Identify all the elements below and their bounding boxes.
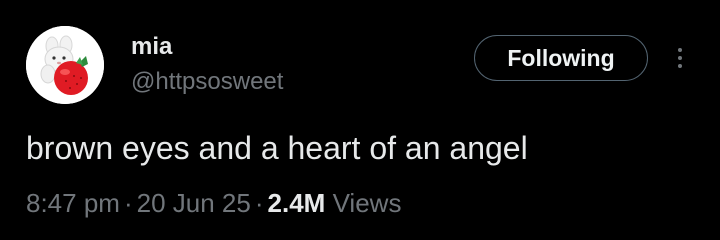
tweet-date[interactable]: 20 Jun 25 (137, 188, 251, 218)
plush-bunny-avatar-icon (26, 26, 104, 104)
more-options-icon[interactable] (668, 40, 692, 76)
following-button[interactable]: Following (474, 35, 648, 81)
more-dot (678, 56, 682, 60)
views-label: Views (332, 188, 402, 218)
author-display-name[interactable]: mia (131, 33, 172, 61)
tweet-text: brown eyes and a heart of an angel (26, 130, 528, 166)
tweet-card: mia @httpsosweet Following brown eyes an… (0, 0, 720, 240)
meta-separator: · (254, 188, 264, 218)
tweet-meta: 8:47 pm · 20 Jun 25 · 2.4M Views (26, 186, 401, 220)
more-dot (678, 48, 682, 52)
meta-separator: · (123, 188, 133, 218)
views-count: 2.4M (267, 188, 326, 218)
avatar[interactable] (26, 26, 104, 104)
author-handle[interactable]: @httpsosweet (131, 68, 283, 96)
more-dot (678, 64, 682, 68)
tweet-time[interactable]: 8:47 pm (26, 188, 120, 218)
